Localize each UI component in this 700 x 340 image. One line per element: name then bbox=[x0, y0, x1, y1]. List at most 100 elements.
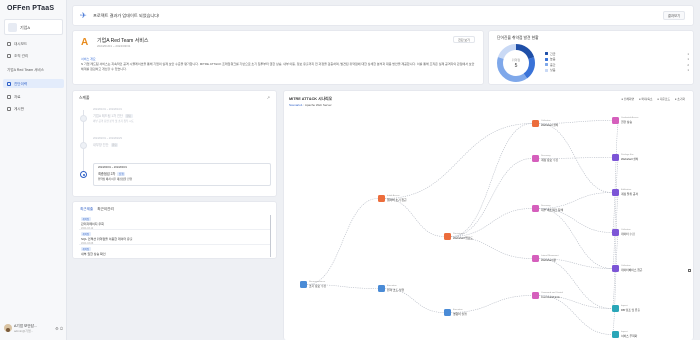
sidebar-item-org[interactable]: 조직 관리 bbox=[3, 51, 64, 60]
node-label: 계정 탈취 공격 bbox=[621, 191, 638, 196]
node-tactic: Collection bbox=[621, 228, 631, 231]
node-label: DB 덤프 및 유출 bbox=[621, 307, 641, 312]
node-icon bbox=[300, 281, 307, 288]
node-label: Webshell 설치 bbox=[541, 122, 559, 127]
schedule-item-active[interactable]: 2024/03/01 ~ 2024/03/31 최종점검 2차 진행 취약점 패치… bbox=[93, 163, 271, 186]
node-label: 계정 정보 수집 bbox=[541, 157, 558, 162]
vuln-donut-chart: 취약점 5 bbox=[497, 44, 535, 82]
view-diagnosis-button[interactable]: 진단 보기 bbox=[453, 36, 475, 43]
node-icon bbox=[612, 305, 619, 312]
list-item[interactable]: 취약점 SQL 인젝션 취약점을 이용한 데이터 유출 2024-03-08 bbox=[79, 230, 270, 245]
attack-graph-edges bbox=[306, 120, 620, 335]
node-label: 웹서버 초기 접근 bbox=[387, 197, 407, 202]
fullscreen-option[interactable]: ● 전체화면 bbox=[621, 97, 634, 101]
user-profile[interactable]: A기업 보안담... admin@기업... ⚙ ⏻ bbox=[3, 322, 64, 336]
recent-card: 최근제출 최근이관리 취약점 관리자페이지 우회 2024-03-12 취약점 … bbox=[72, 201, 277, 259]
service-logo-icon: A bbox=[81, 37, 89, 48]
sidebar-item-history[interactable]: 진단이력 bbox=[3, 79, 64, 88]
node-tactic: Persistence bbox=[453, 232, 465, 235]
attack-scenario: Scenario1 : Apache Web Server bbox=[289, 103, 332, 107]
legend-label: 낮음 bbox=[550, 68, 556, 73]
sidebar-item-label: 기업A Red Team 서비스 bbox=[7, 67, 45, 72]
view-results-button[interactable]: 결과보기 bbox=[663, 11, 685, 20]
node-icon bbox=[444, 309, 451, 316]
graph-edge bbox=[538, 258, 613, 309]
file-icon bbox=[7, 94, 11, 99]
item-badge: 취약점 bbox=[81, 246, 91, 251]
sidebar-item-files[interactable]: 자료 bbox=[3, 92, 64, 101]
notification-bar: ✈ 프로젝트 결과가 업데이트 되었습니다! 결과보기 bbox=[72, 5, 694, 26]
node-icon bbox=[612, 229, 619, 236]
tab-recent-manage[interactable]: 최근이관리 bbox=[97, 207, 114, 211]
schedule-item[interactable]: 2024/01/01 ~ 2024/01/31 기업A 레드팀 1차 진단 완료 … bbox=[93, 108, 271, 123]
download-option[interactable]: ● 다운로드 bbox=[657, 97, 670, 101]
schedule-title: 스케줄 bbox=[79, 96, 90, 100]
service-date: 2024/01/01 ~ 2024/03/31 bbox=[97, 44, 131, 48]
legend-swatch bbox=[545, 52, 548, 55]
settings-icon[interactable]: ⚙ ⏻ bbox=[55, 326, 63, 331]
status-badge: 진행 bbox=[117, 171, 126, 176]
schedule-item-title: 내부망 진단 bbox=[93, 142, 109, 147]
reset-option[interactable]: ● 초기화 bbox=[675, 97, 685, 101]
schedule-note: 취약점 패치 이후 재점검을 진행 bbox=[98, 178, 132, 181]
tab-recent-submit[interactable]: 최근제출 bbox=[80, 207, 93, 211]
megaphone-icon: ✈ bbox=[80, 11, 87, 20]
sidebar-item-board[interactable]: 게시판 bbox=[3, 104, 64, 113]
node-label: 원격 코드 실행 bbox=[387, 287, 404, 292]
schedule-item[interactable]: 2024/02/01 ~ 2024/02/29 내부망 진단 완료 bbox=[93, 137, 271, 147]
sidebar-item-label: 대시보드 bbox=[14, 41, 28, 46]
sidebar-item-label: 진단이력 bbox=[14, 81, 28, 86]
node-tactic: Discovery bbox=[541, 154, 551, 157]
node-icon bbox=[532, 205, 539, 212]
node-tactic: Reconnaissance bbox=[309, 280, 326, 283]
user-email: admin@기업... bbox=[14, 329, 34, 333]
node-icon bbox=[444, 233, 451, 240]
node-icon bbox=[532, 292, 539, 299]
node-tactic: Credential Access bbox=[621, 116, 639, 119]
node-icon bbox=[378, 195, 385, 202]
node-label: Webshell 활 bbox=[541, 257, 556, 262]
list-item[interactable]: 취약점 내부 권한 상승 확인 2024-03-02 bbox=[79, 245, 270, 257]
legend-label: 높음 bbox=[550, 57, 556, 62]
list-item[interactable]: 취약점 관리자페이지 우회 2024-03-12 bbox=[79, 215, 270, 230]
node-tactic: Collection bbox=[541, 119, 551, 122]
node-tactic: Initial Access bbox=[387, 194, 400, 197]
sidebar-item-dashboard[interactable]: 대시보드 bbox=[3, 39, 64, 48]
notification-message: 프로젝트 결과가 업데이트 되었습니다! bbox=[93, 13, 160, 18]
recent-list[interactable]: 취약점 관리자페이지 우회 2024-03-12 취약점 SQL 인젝션 취약점… bbox=[79, 215, 271, 257]
service-title: 기업A Red Team 서비스 bbox=[97, 38, 149, 44]
expand-icon[interactable]: ↗ bbox=[267, 95, 270, 100]
zoom-option[interactable]: ● 확대/축소 bbox=[639, 97, 653, 101]
node-tactic: Command and Control bbox=[541, 291, 564, 294]
graph-edge bbox=[450, 158, 533, 237]
vuln-legend: 긴급 1 높음 1 중간 2 낮음 1 bbox=[545, 51, 689, 73]
org-icon bbox=[7, 53, 11, 58]
schedule-note: 외부 공격 표면 분석 및 초기 침투 시도 bbox=[93, 120, 134, 123]
org-logo-icon bbox=[8, 23, 17, 32]
legend-swatch bbox=[545, 57, 548, 61]
org-selector[interactable]: 기업A bbox=[4, 19, 63, 35]
graph-scroll-handle[interactable] bbox=[688, 269, 691, 272]
node-icon bbox=[612, 117, 619, 124]
node-label: 명령어 실행 bbox=[453, 311, 467, 316]
graph-options: ● 전체화면 ● 확대/축소 ● 다운로드 ● 초기화 bbox=[617, 97, 685, 101]
legend-label: 긴급 bbox=[550, 51, 556, 56]
node-label: Webshell 업로드 bbox=[453, 235, 473, 240]
sidebar-item-service[interactable]: 기업A Red Team 서비스 bbox=[3, 65, 64, 74]
legend-swatch bbox=[545, 68, 548, 72]
vuln-status-card: 단어진율 취약점 발견 현황 취약점 5 긴급 1 높음 1 중간 2 낮음 1 bbox=[488, 30, 694, 85]
history-icon bbox=[7, 81, 11, 86]
node-label: 내부 네트워크 탐색 bbox=[541, 207, 564, 212]
node-label: 서비스 무력화 bbox=[621, 333, 638, 338]
donut-center-value: 5 bbox=[515, 63, 518, 69]
node-label: Webshell 설치 bbox=[621, 156, 639, 161]
schedule-date: 2024/01/01 ~ 2024/01/31 bbox=[93, 108, 122, 111]
sidebar: OFFen PTaaS 기업A 대시보드 조직 관리 기업A Red Team … bbox=[0, 0, 67, 340]
node-tactic: Impact bbox=[621, 304, 628, 307]
node-icon bbox=[612, 189, 619, 196]
schedule-item-title: 최종점검 2차 bbox=[98, 171, 116, 176]
schedule-card: 스케줄 ↗ 2024/01/01 ~ 2024/01/31 기업A 레드팀 1차… bbox=[72, 90, 277, 197]
item-text: 내부 권한 상승 확인 bbox=[81, 252, 106, 256]
recent-tabs: 최근제출 최근이관리 bbox=[80, 207, 114, 212]
legend-label: 중간 bbox=[550, 62, 556, 67]
